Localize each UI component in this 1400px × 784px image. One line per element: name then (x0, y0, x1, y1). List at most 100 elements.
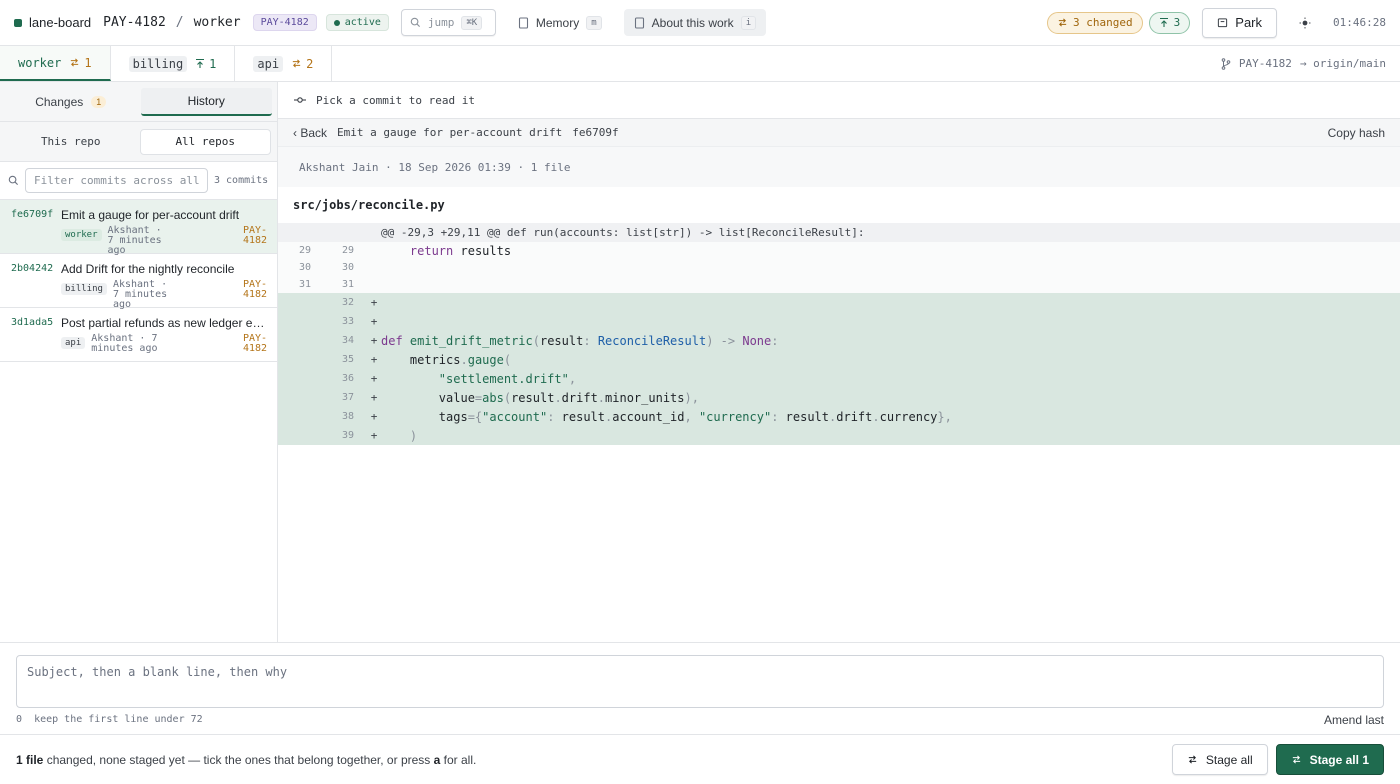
about-button[interactable]: About this work i (623, 9, 767, 36)
new-line-number: 30 (341, 262, 354, 273)
diff-added-line: 34 + def emit_drift_metric(result: Recon… (278, 331, 1400, 350)
new-line-number: 29 (341, 245, 354, 256)
breadcrumb-ticket[interactable]: PAY-4182 (103, 15, 166, 30)
commit-hash: fe6709f (572, 126, 619, 139)
diff-sign: + (370, 353, 378, 366)
stage-all-label: Stage all (1205, 752, 1253, 767)
commit-subject: Add Drift for the nightly reconcile (61, 262, 235, 276)
repo-tab-billing[interactable]: billing 1 (111, 46, 236, 81)
copy-hash-button[interactable]: Copy hash (1328, 126, 1385, 140)
jump-button[interactable]: jump ⌘K (400, 9, 496, 36)
clock: 01:46:28 (1333, 16, 1386, 29)
tab-history[interactable]: History (140, 87, 272, 116)
commit-node-icon (294, 97, 306, 103)
filter-commits-input[interactable] (25, 168, 208, 193)
commit-hash: 3d1ada5 (11, 317, 54, 328)
diff-added-line: 39 + ) (278, 426, 1400, 445)
brand-logo-icon (14, 18, 22, 27)
about-shortcut: i (740, 15, 757, 30)
changed-count: 3 changed (1073, 16, 1133, 29)
commit-row[interactable]: 3d1ada5 Post partial refunds as new ledg… (0, 308, 277, 362)
status-badge: active (325, 14, 389, 31)
stage-all-button[interactable]: Stage all (1171, 744, 1268, 775)
commit-ticket: PAY-4182 (243, 279, 268, 300)
scope-toggle: This repo All repos (0, 122, 277, 162)
diff-context-line: 30 30 (278, 259, 1400, 276)
theme-toggle-icon[interactable] (1297, 15, 1313, 31)
park-button[interactable]: Park (1202, 7, 1278, 38)
amend-last-button[interactable]: Amend last (1324, 713, 1384, 727)
message-hint: 0 keep the first line under 72 (16, 714, 203, 725)
commit-subject: Post partial refunds as new ledger entri… (61, 316, 269, 330)
new-line-number: 36 (341, 373, 354, 384)
diff-sign: + (370, 334, 378, 347)
push-count: 1 (195, 57, 216, 71)
old-line-number: 31 (298, 279, 311, 290)
stage-icon (1292, 755, 1300, 764)
code-line: ) (409, 428, 418, 443)
new-line-number: 39 (341, 430, 354, 441)
pick-hint-text: Pick a commit to read it (316, 93, 475, 107)
breadcrumb-repo[interactable]: worker (194, 15, 241, 30)
push-count-value: 1 (209, 56, 217, 71)
breadcrumb-separator: / (175, 15, 184, 30)
memory-button[interactable]: Memory m (508, 9, 612, 36)
app-name: lane-board (29, 15, 92, 30)
repo-tabs: worker 1 billing 1 api 2 PAY-4182 → orig… (0, 46, 1400, 82)
top-bar: lane-board PAY-4182 / worker PAY-4182 ac… (0, 0, 1400, 46)
repo-tab-label: billing (128, 55, 188, 72)
tab-changes-count: 1 (91, 95, 107, 108)
scope-this-repo[interactable]: This repo (6, 129, 136, 155)
stage-all-primary-button[interactable]: Stage all 1 (1275, 744, 1384, 775)
memory-label: Memory (535, 15, 580, 30)
stage-all-primary-label: Stage all 1 (1309, 752, 1369, 767)
notebook-icon (518, 16, 528, 29)
new-line-number: 35 (341, 354, 354, 365)
commit-hash: 2b04242 (11, 263, 54, 274)
back-button[interactable]: ‹ Back (293, 126, 327, 140)
commit-count: 3 commits (214, 175, 269, 186)
commit-ticket: PAY-4182 (243, 333, 268, 354)
commit-row[interactable]: fe6709f Emit a gauge for per-account dri… (0, 200, 277, 256)
branch-info: PAY-4182 → origin/main (1221, 46, 1400, 81)
repo-tab-worker[interactable]: worker 1 (0, 46, 111, 81)
commit-repo: billing (61, 283, 107, 295)
status-footer: 1 file changed, none staged yet — tick t… (0, 734, 1400, 784)
diff-sign: + (370, 296, 378, 309)
tab-changes[interactable]: Changes 1 (5, 88, 137, 116)
push-count: 3 (1173, 16, 1181, 29)
arrow-up-icon (196, 58, 205, 68)
diff-added-line: 35 + metrics.gauge( (278, 350, 1400, 369)
branch-icon (1221, 57, 1231, 70)
scope-all-repos[interactable]: All repos (139, 128, 271, 155)
diff-added-line: 36 + "settlement.drift", (278, 369, 1400, 388)
panel-tabs: Changes 1 History (0, 82, 277, 122)
repo-tab-label: worker (18, 55, 62, 70)
commit-author: Akshant · 7 minutes ago (91, 333, 158, 354)
search-icon (410, 17, 420, 28)
char-count: 0 (16, 714, 23, 725)
diff-sign: + (370, 315, 378, 328)
document-icon (634, 16, 644, 29)
repo-tab-api[interactable]: api 2 (235, 46, 333, 81)
push-badge[interactable]: 3 (1148, 11, 1191, 34)
changes-count: 1 (69, 56, 92, 70)
branch-local: PAY-4182 (1238, 57, 1292, 70)
branch-remote: → origin/main (1299, 57, 1386, 70)
history-panel: Changes 1 History This repo All repos 3 … (0, 82, 278, 642)
code-line: def emit_drift_metric(result: ReconcileR… (381, 333, 779, 348)
stage-icon (1188, 755, 1197, 764)
commit-row[interactable]: 2b04242 Add Drift for the nightly reconc… (0, 254, 277, 310)
changed-badge[interactable]: 3 changed (1047, 11, 1143, 34)
commit-composer: 0 keep the first line under 72 Amend las… (0, 642, 1400, 734)
commit-author: Akshant · 7 minutes ago (107, 225, 162, 256)
author-line: Akshant Jain · 18 Sep 2026 01:39 · 1 fil… (278, 147, 1400, 187)
status-label: active (344, 17, 381, 28)
commit-message-input[interactable] (16, 655, 1384, 708)
pick-hint: Pick a commit to read it (278, 82, 1400, 119)
filter-row: 3 commits (0, 162, 277, 200)
commit-repo: api (61, 337, 86, 349)
code-line: value=abs(result.drift.minor_units), (381, 390, 699, 405)
diff-context-line: 29 29 return results (278, 242, 1400, 259)
archive-icon (1218, 18, 1228, 28)
